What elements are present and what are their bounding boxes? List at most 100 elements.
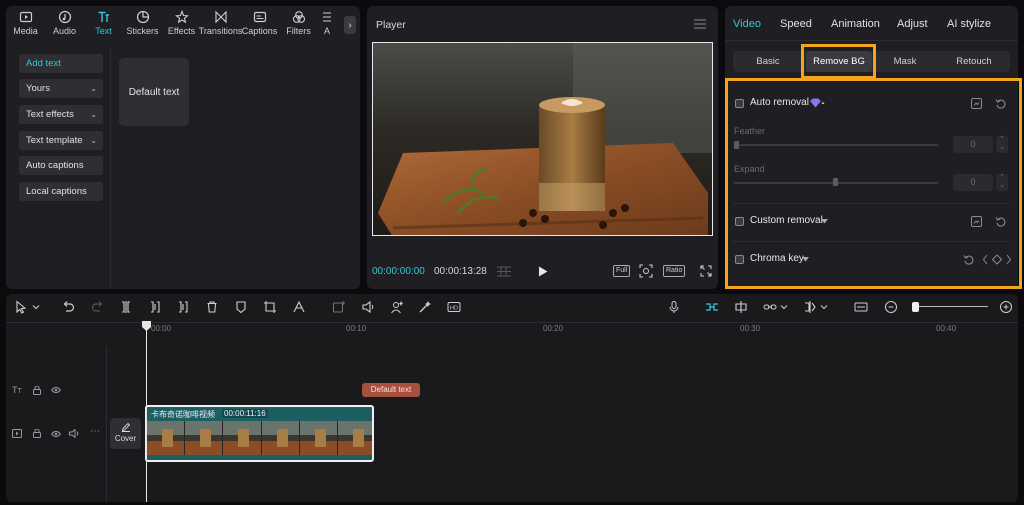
caret-down-icon[interactable] xyxy=(802,257,809,262)
diamond-premium-icon xyxy=(810,98,825,108)
tab-animation[interactable]: Animation xyxy=(831,18,880,30)
delete-icon[interactable] xyxy=(205,300,219,314)
video-preview[interactable] xyxy=(372,42,713,236)
subtab-retouch[interactable]: Retouch xyxy=(938,51,1010,72)
tab-stickers[interactable]: Stickers xyxy=(123,6,162,40)
split-icon[interactable] xyxy=(119,300,133,314)
tab-effects[interactable]: Effects xyxy=(162,6,201,40)
microphone-icon[interactable] xyxy=(667,300,681,314)
tab-media[interactable]: Media xyxy=(6,6,45,40)
sidebar-item-auto-captions[interactable]: Auto captions xyxy=(19,156,103,175)
cover-button[interactable]: Cover xyxy=(110,418,141,449)
chevron-down-icon[interactable] xyxy=(820,300,828,314)
chevron-right-icon[interactable]: › xyxy=(344,16,356,34)
zoom-in-icon[interactable] xyxy=(999,300,1013,314)
add-media-icon[interactable] xyxy=(332,300,346,314)
redo-icon[interactable] xyxy=(91,300,105,314)
media-toolbar: Media Audio Text Stickers Effects Transi… xyxy=(6,6,360,40)
split-right-icon[interactable] xyxy=(176,300,190,314)
volume-icon[interactable] xyxy=(69,429,80,438)
tab-text[interactable]: Text xyxy=(84,6,123,40)
tab-adjust-label: A xyxy=(323,26,330,36)
main-track-magnet-icon[interactable] xyxy=(705,300,719,314)
audio-detach-icon[interactable] xyxy=(361,300,375,314)
expand-slider-handle[interactable] xyxy=(833,178,838,186)
custom-removal-checkbox[interactable] xyxy=(735,217,744,226)
video-clip[interactable]: 卡布奇诺咖啡视频 00:00:11:16 xyxy=(145,405,374,462)
zoom-slider-handle[interactable] xyxy=(912,302,919,312)
caret-down-icon[interactable] xyxy=(821,219,828,224)
expand-stepper[interactable]: ⌃ ⌄ xyxy=(996,174,1008,191)
subtitle-track-icon[interactable] xyxy=(854,300,868,314)
expand-value[interactable]: 0 xyxy=(953,174,993,191)
svg-text:HD: HD xyxy=(450,306,458,312)
playhead-handle[interactable] xyxy=(142,321,151,331)
tab-video[interactable]: Video xyxy=(733,18,761,30)
expand-label: Expand xyxy=(734,164,765,174)
reset-icon[interactable] xyxy=(995,216,1006,227)
compare-icon[interactable] xyxy=(971,216,982,227)
tab-adjust[interactable]: A xyxy=(318,6,336,40)
eye-icon[interactable] xyxy=(51,386,61,394)
chevron-down-icon[interactable] xyxy=(780,300,788,314)
magic-wand-icon[interactable] xyxy=(418,300,432,314)
zoom-slider[interactable] xyxy=(915,306,988,307)
auto-removal-label: Auto removal xyxy=(750,97,809,108)
subtab-mask[interactable]: Mask xyxy=(875,51,935,72)
tab-transitions[interactable]: Transitions xyxy=(199,6,242,40)
auto-removal-checkbox[interactable] xyxy=(735,99,744,108)
tab-ai-stylize[interactable]: AI stylize xyxy=(947,18,991,30)
tab-captions[interactable]: Captions xyxy=(240,6,279,40)
split-left-icon[interactable] xyxy=(148,300,162,314)
keyframe-nav-icon[interactable] xyxy=(983,254,1011,265)
reset-icon[interactable] xyxy=(995,98,1006,109)
snap-icon[interactable] xyxy=(734,300,748,314)
video-clip-title: 卡布奇诺咖啡视频 xyxy=(151,410,215,419)
crop-icon[interactable] xyxy=(263,300,277,314)
full-button[interactable]: Full xyxy=(613,265,631,277)
compare-icon[interactable] xyxy=(971,98,982,109)
menu-icon[interactable] xyxy=(694,19,706,29)
eye-icon[interactable] xyxy=(51,430,61,438)
subtab-basic[interactable]: Basic xyxy=(733,51,803,72)
link-icon[interactable] xyxy=(763,300,777,314)
sidebar-item-yours[interactable]: Yours ⌄ xyxy=(19,79,103,98)
zoom-fit-icon[interactable] xyxy=(639,264,653,278)
sidebar-item-text-effects[interactable]: Text effects ⌄ xyxy=(19,105,103,124)
chroma-key-checkbox[interactable] xyxy=(735,255,744,264)
auto-reframe-icon[interactable] xyxy=(292,300,306,314)
feather-value[interactable]: 0 xyxy=(953,136,993,153)
ratio-button[interactable]: Ratio xyxy=(663,265,686,277)
sidebar-item-local-captions[interactable]: Local captions xyxy=(19,182,103,201)
reset-icon[interactable] xyxy=(963,254,974,265)
default-text-card[interactable]: Default text xyxy=(119,58,189,126)
tab-filters[interactable]: Filters xyxy=(279,6,318,40)
sidebar-item-add-text[interactable]: Add text xyxy=(19,54,103,73)
tab-adjust[interactable]: Adjust xyxy=(897,18,928,30)
feather-stepper[interactable]: ⌃ ⌄ xyxy=(996,136,1008,153)
more-icon[interactable]: ⋯ xyxy=(90,426,100,437)
text-clip[interactable]: Default text xyxy=(362,383,420,397)
select-cursor-icon[interactable] xyxy=(14,300,28,314)
play-icon[interactable] xyxy=(538,266,548,277)
lock-icon[interactable] xyxy=(33,386,41,395)
tab-speed[interactable]: Speed xyxy=(780,18,812,30)
divider xyxy=(733,241,1010,242)
marker-icon[interactable] xyxy=(234,300,248,314)
chevron-down-icon: ⌄ xyxy=(90,110,97,119)
fullscreen-icon[interactable] xyxy=(700,265,712,277)
zoom-out-icon[interactable] xyxy=(884,300,898,314)
chevron-down-icon[interactable] xyxy=(32,300,40,314)
undo-icon[interactable] xyxy=(61,300,75,314)
hd-icon[interactable]: HD xyxy=(447,300,461,314)
feather-slider-handle[interactable] xyxy=(734,141,739,149)
audio-icon xyxy=(58,10,72,24)
ai-person-icon[interactable] xyxy=(390,300,404,314)
lock-icon[interactable] xyxy=(33,429,41,438)
tab-audio[interactable]: Audio xyxy=(45,6,84,40)
sidebar-item-text-template[interactable]: Text template ⌄ xyxy=(19,131,103,150)
preview-axis-icon[interactable] xyxy=(803,300,817,314)
playhead[interactable] xyxy=(146,323,147,502)
grid-icon[interactable] xyxy=(496,266,512,277)
feather-slider[interactable] xyxy=(734,144,938,146)
